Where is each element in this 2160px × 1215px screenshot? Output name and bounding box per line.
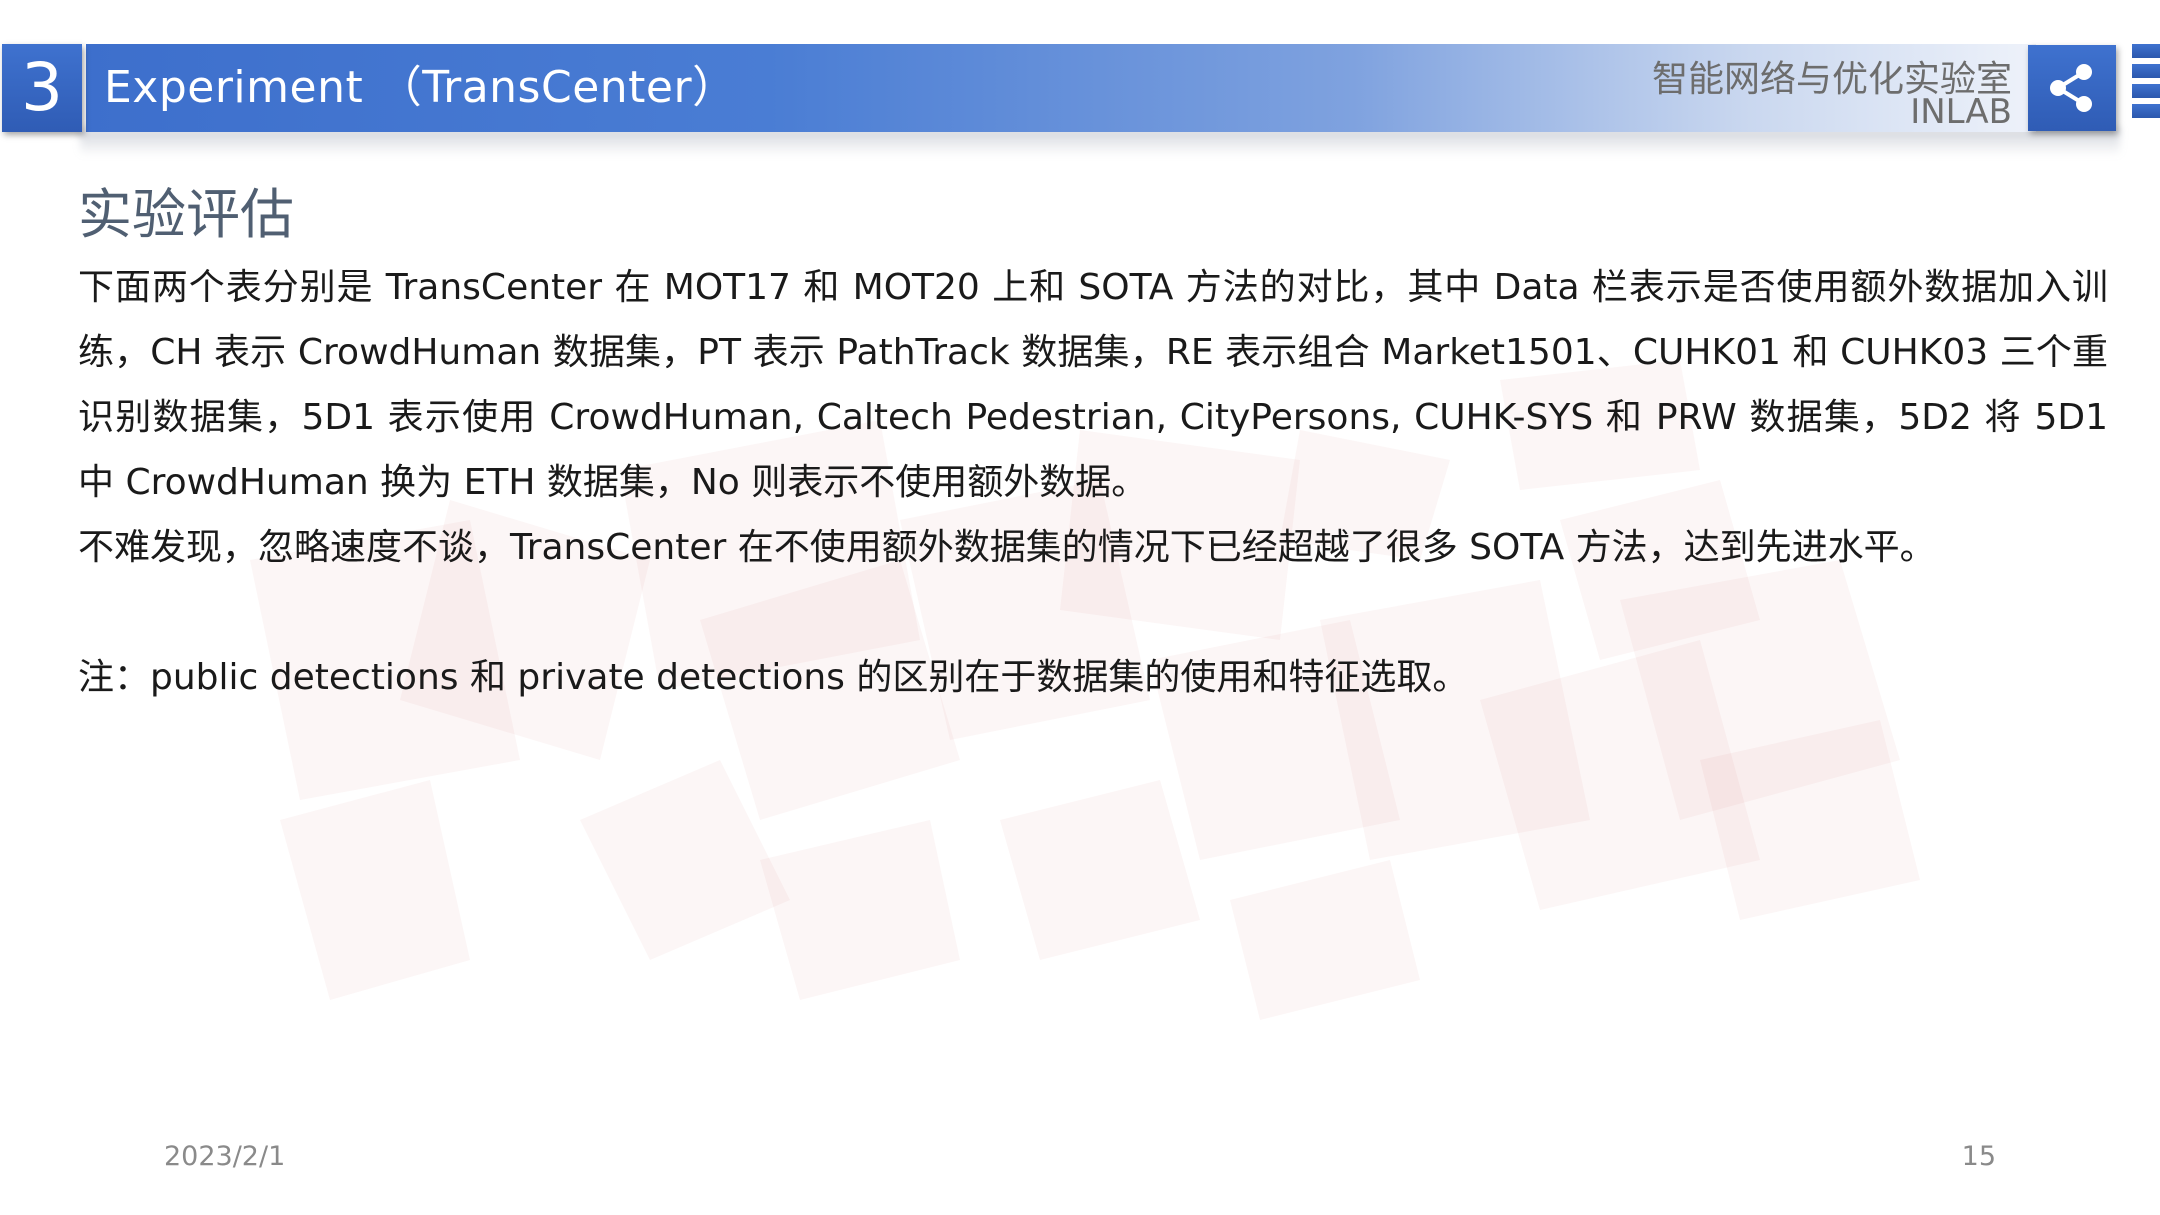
slide-title: Experiment （TransCenter） xyxy=(104,62,737,113)
paragraph-1: 下面两个表分别是 TransCenter 在 MOT17 和 MOT20 上和 … xyxy=(78,267,2108,503)
edge-stripes xyxy=(2132,44,2160,134)
footer-date: 2023/2/1 xyxy=(164,1141,286,1172)
section-heading: 实验评估 xyxy=(78,183,294,246)
share-icon xyxy=(2050,64,2092,112)
share-button[interactable] xyxy=(2028,45,2116,131)
lab-name-en: INLAB xyxy=(1910,92,2012,132)
body-text: 下面两个表分别是 TransCenter 在 MOT17 和 MOT20 上和 … xyxy=(78,255,2108,710)
note: 注：public detections 和 private detections… xyxy=(78,657,1469,698)
page-number: 15 xyxy=(1961,1141,1996,1172)
header-shadow xyxy=(80,128,2120,156)
section-number: 3 xyxy=(2,44,82,132)
paragraph-2: 不难发现，忽略速度不谈，TransCenter 在不使用额外数据集的情况下已经超… xyxy=(78,527,1936,568)
